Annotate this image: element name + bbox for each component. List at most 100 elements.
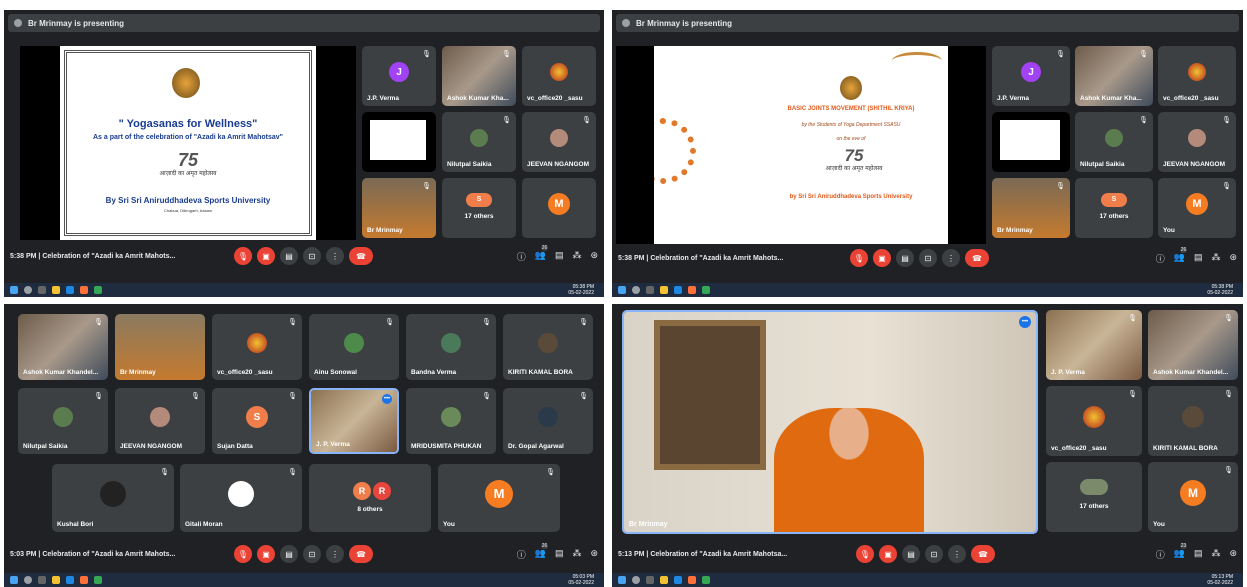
mic-toggle-button[interactable]: 🎙 [234,247,252,265]
participant-tile[interactable]: 🎙 Gitali Moran [180,464,302,532]
search-icon[interactable] [24,576,32,584]
task-view-icon[interactable] [646,286,654,294]
file-explorer-icon[interactable] [660,576,668,584]
captions-button[interactable]: ▤ [280,247,298,265]
captions-button[interactable]: ▤ [896,249,914,267]
file-explorer-icon[interactable] [52,286,60,294]
participant-tile[interactable]: 🎙 vc_office20 _sasu [212,314,302,380]
people-icon[interactable]: 👥 26 [1174,246,1188,265]
participant-tile[interactable]: S 17 others [442,178,516,238]
participant-tile[interactable] [992,112,1070,172]
more-options-button[interactable]: ⋮ [942,249,960,267]
participant-tile[interactable]: 🎙 Ashok Kumar Khandel... [1148,310,1238,380]
self-tile[interactable]: M 🎙 You [438,464,560,532]
task-view-icon[interactable] [646,576,654,584]
host-controls-icon[interactable]: ⊛ [1229,252,1237,265]
participant-tile[interactable]: 🎙 JEEVAN NGANGOM [115,388,205,454]
chat-icon[interactable]: ▤ [1194,548,1203,561]
participant-tile[interactable] [362,112,436,172]
participant-tile[interactable]: vc_office20 _sasu [522,46,596,106]
main-speaker-tile[interactable]: ••• Br Mrinmay [622,310,1038,534]
present-button[interactable]: ⊡ [919,249,937,267]
info-icon[interactable]: ⓘ [1156,548,1165,561]
leave-call-button[interactable]: ☎ [349,247,373,265]
people-icon[interactable]: 👥 26 [535,244,549,263]
file-explorer-icon[interactable] [660,286,668,294]
participant-tile[interactable]: S 17 others [1075,178,1153,238]
activities-icon[interactable]: ⁂ [572,250,581,263]
start-icon[interactable] [10,286,18,294]
info-icon[interactable]: ⓘ [517,548,526,561]
leave-call-button[interactable]: ☎ [965,249,989,267]
self-tile[interactable]: M 🎙 You [1158,178,1236,238]
participant-tile[interactable]: 17 others [1046,462,1142,532]
self-tile[interactable]: M [522,178,596,238]
participant-tile[interactable]: 🎙 MRIDUSMITA PHUKAN [406,388,496,454]
participant-tile[interactable]: 🎙 KIRITI KAMAL BORA [503,314,593,380]
captions-button[interactable]: ▤ [902,545,920,563]
participant-tile[interactable]: 🎙 JEEVAN NGANGOM [1158,112,1236,172]
people-icon[interactable]: 👥 23 [1174,542,1188,561]
host-controls-icon[interactable]: ⊛ [1229,548,1237,561]
participant-tile[interactable]: S 🎙 Sujan Datta [212,388,302,454]
participant-tile[interactable]: 🎙 KIRITI KAMAL BORA [1148,386,1238,456]
people-icon[interactable]: 👥 26 [535,542,549,561]
search-icon[interactable] [632,286,640,294]
participant-tile[interactable]: 🎙 Ashok Kumar Kha... [1075,46,1153,106]
camera-toggle-button[interactable]: ▣ [257,545,275,563]
participant-tile-speaking[interactable]: ••• J. P. Verma [309,388,399,454]
firefox-icon[interactable] [80,576,88,584]
chat-icon[interactable]: ▤ [1194,252,1203,265]
participant-tile[interactable]: Br Mrinmay [115,314,205,380]
leave-call-button[interactable]: ☎ [971,545,995,563]
participant-tile[interactable]: 🎙 vc_office20 _sasu [1046,386,1142,456]
edge-icon[interactable] [66,576,74,584]
more-options-icon[interactable]: ••• [1019,316,1031,328]
captions-button[interactable]: ▤ [280,545,298,563]
participant-tile[interactable]: vc_office20 _sasu [1158,46,1236,106]
present-button[interactable]: ⊡ [303,545,321,563]
participant-tile[interactable]: 🎙 Ainu Sonowal [309,314,399,380]
activities-icon[interactable]: ⁂ [1211,252,1220,265]
participant-tile[interactable]: 🎙 Br Mrinmay [992,178,1070,238]
file-explorer-icon[interactable] [52,576,60,584]
self-tile[interactable]: M 🎙 You [1148,462,1238,532]
start-icon[interactable] [10,576,18,584]
start-icon[interactable] [618,286,626,294]
firefox-icon[interactable] [688,576,696,584]
mic-toggle-button[interactable]: 🎙 [856,545,874,563]
participant-tile[interactable]: 🎙 JEEVAN NGANGOM [522,112,596,172]
participant-tile[interactable]: 🎙 Ashok Kumar Khandel... [18,314,108,380]
participant-tile[interactable]: J 🎙 J.P. Verma [362,46,436,106]
search-icon[interactable] [632,576,640,584]
participant-tile[interactable]: 🎙 Nilutpal Saikia [442,112,516,172]
participant-tile[interactable]: 🎙 J. P. Verma [1046,310,1142,380]
present-button[interactable]: ⊡ [303,247,321,265]
participant-tile[interactable]: 🎙 Bandna Verma [406,314,496,380]
chat-icon[interactable]: ▤ [555,548,564,561]
more-options-icon[interactable]: ••• [382,394,392,404]
info-icon[interactable]: ⓘ [1156,252,1165,265]
participant-tile[interactable]: 🎙 Kushal Bori [52,464,174,532]
activities-icon[interactable]: ⁂ [1211,548,1220,561]
edge-icon[interactable] [66,286,74,294]
task-view-icon[interactable] [38,576,46,584]
participant-tile[interactable]: 🎙 Nilutpal Saikia [18,388,108,454]
leave-call-button[interactable]: ☎ [349,545,373,563]
activities-icon[interactable]: ⁂ [572,548,581,561]
more-options-button[interactable]: ⋮ [948,545,966,563]
search-icon[interactable] [24,286,32,294]
participant-tile[interactable]: R R 8 others [309,464,431,532]
participant-tile[interactable]: J 🎙 J.P. Verma [992,46,1070,106]
edge-icon[interactable] [674,576,682,584]
chrome-icon[interactable] [702,576,710,584]
participant-tile[interactable]: 🎙 Ashok Kumar Kha... [442,46,516,106]
mic-toggle-button[interactable]: 🎙 [234,545,252,563]
more-options-button[interactable]: ⋮ [326,545,344,563]
present-button[interactable]: ⊡ [925,545,943,563]
chrome-icon[interactable] [94,576,102,584]
firefox-icon[interactable] [80,286,88,294]
more-options-button[interactable]: ⋮ [326,247,344,265]
chrome-icon[interactable] [94,286,102,294]
chat-icon[interactable]: ▤ [555,250,564,263]
